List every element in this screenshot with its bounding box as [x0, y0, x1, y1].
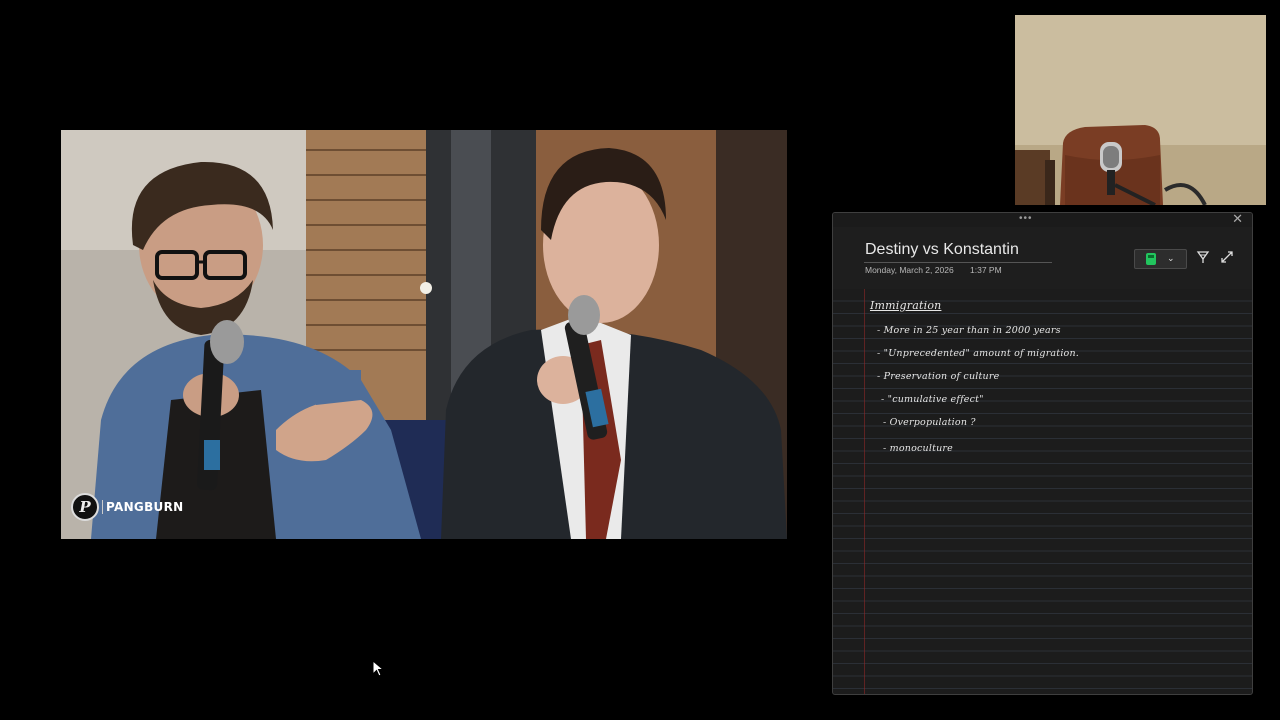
ink-line: - Overpopulation ?: [883, 417, 976, 428]
note-title[interactable]: Destiny vs Konstantin: [865, 241, 1019, 259]
logo-text: PANGBURN: [102, 500, 183, 514]
notes-panel[interactable]: ••• ✕ Destiny vs Konstantin Monday, Marc…: [832, 212, 1253, 695]
chevron-down-icon: ⌄: [1167, 253, 1175, 263]
mouse-pointer-icon: [372, 660, 384, 677]
ink-line: - More in 25 year than in 2000 years: [877, 325, 1061, 336]
webcam-feed: [1015, 15, 1266, 205]
ink-line: - monoculture: [883, 443, 953, 454]
expand-icon[interactable]: [1220, 250, 1234, 264]
pen-icon: [1146, 253, 1156, 265]
note-time: 1:37 PM: [970, 265, 1002, 275]
pen-color-button[interactable]: ⌄: [1134, 249, 1187, 269]
ink-heading: Immigration: [870, 299, 942, 312]
main-video-frame: P PANGBURN: [61, 130, 787, 539]
notes-title-bar[interactable]: ••• ✕: [833, 213, 1252, 227]
close-icon[interactable]: ✕: [1232, 213, 1243, 226]
drag-handle-icon[interactable]: •••: [1019, 214, 1033, 224]
lasso-icon[interactable]: [1196, 250, 1210, 264]
handwriting-area[interactable]: Immigration - More in 25 year than in 20…: [833, 289, 1252, 694]
ink-line: - Preservation of culture: [877, 371, 1000, 382]
pangburn-logo: P PANGBURN: [71, 493, 183, 521]
note-date: Monday, March 2, 2026: [865, 265, 954, 275]
ink-line: - "cumulative effect": [881, 394, 984, 405]
title-underline: [864, 262, 1052, 263]
webcam-scene: [1015, 15, 1266, 205]
ink-line: - "Unprecedented" amount of migration.: [877, 348, 1080, 359]
note-header: Destiny vs Konstantin Monday, March 2, 2…: [833, 227, 1252, 289]
video-scene: [61, 130, 787, 539]
logo-mark: P: [71, 493, 99, 521]
